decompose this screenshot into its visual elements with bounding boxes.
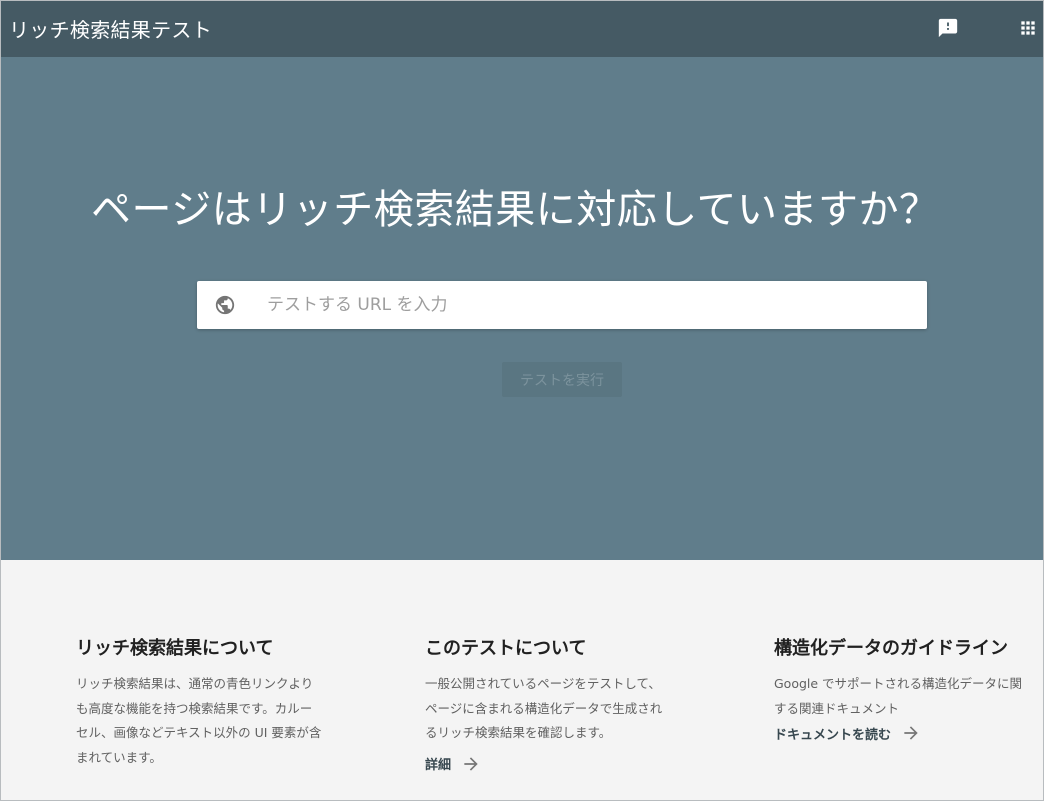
card-description: リッチ検索結果は、通常の青色リンクより も高度な機能を持つ検索結果です。カルー …: [76, 672, 376, 770]
info-section: リッチ検索結果について リッチ検索結果は、通常の青色リンクより も高度な機能を持…: [1, 560, 1043, 800]
card-about-rich-results: リッチ検索結果について リッチ検索結果は、通常の青色リンクより も高度な機能を持…: [76, 634, 376, 770]
hero-section: ページはリッチ検索結果に対応していますか？ テストを実行: [1, 57, 1043, 560]
card-description-line: する関連ドキュメント: [774, 700, 900, 716]
card-title: 構造化データのガイドライン: [774, 638, 1008, 659]
url-search-box[interactable]: [197, 281, 927, 329]
card-title: このテストについて: [425, 638, 587, 659]
feedback-icon: [938, 18, 958, 38]
app-title: リッチ検索結果テスト: [9, 18, 212, 42]
card-description-line: Google でサポートされる構造化データに関: [774, 676, 1023, 691]
card-title: リッチ検索結果について: [76, 638, 274, 659]
read-docs-link-label: ドキュメントを読む: [774, 727, 892, 743]
details-link-label: 詳細: [425, 758, 452, 773]
apps-icon: [1021, 21, 1035, 35]
page-headline: ページはリッチ検索結果に対応していますか？: [91, 187, 940, 233]
card-structured-data-guidelines: 構造化データのガイドライン Google でサポートされる構造化データに関 する…: [774, 634, 1040, 743]
card-description-line: セル、画像などテキスト以外の UI 要素が含: [76, 725, 322, 740]
arrow-forward-icon: [904, 726, 918, 740]
top-app-bar: リッチ検索結果テスト: [1, 1, 1043, 57]
run-test-button[interactable]: テストを実行: [502, 362, 622, 397]
card-description: 一般公開されているページをテストして、 ページに含まれる構造化データで生成され …: [425, 672, 725, 746]
app-window: リッチ検索結果テスト ページはリッチ検索結果に対応していますか？ テストを実行 …: [0, 0, 1044, 801]
card-description-line: も高度な機能を持つ検索結果です。カルー: [76, 700, 313, 716]
card-description: Google でサポートされる構造化データに関 する関連ドキュメント: [774, 672, 1040, 721]
arrow-forward-icon: [464, 756, 478, 771]
card-description-line: リッチ検索結果は、通常の青色リンクより: [76, 676, 314, 691]
card-description-line: 一般公開されているページをテストして、: [425, 676, 661, 691]
apps-button[interactable]: [1013, 13, 1043, 43]
url-input[interactable]: [267, 281, 907, 329]
card-description-line: ページに含まれる構造化データで生成され: [425, 700, 663, 716]
details-link[interactable]: 詳細: [425, 754, 725, 774]
globe-icon: [215, 295, 235, 315]
card-description-line: まれています。: [76, 749, 162, 765]
feedback-button[interactable]: [933, 13, 963, 43]
read-docs-link[interactable]: ドキュメントを読む: [774, 723, 1040, 743]
card-description-line: るリッチ検索結果を確認します。: [425, 725, 612, 740]
card-about-test: このテストについて 一般公開されているページをテストして、 ページに含まれる構造…: [425, 634, 725, 774]
